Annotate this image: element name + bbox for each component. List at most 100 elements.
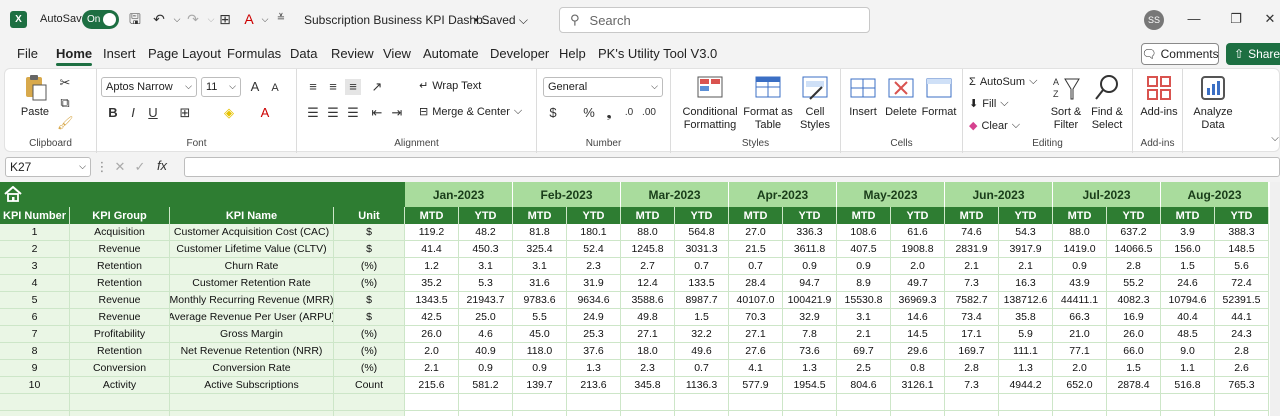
table-cell[interactable]: 5.9 [999,326,1053,343]
table-cell[interactable]: 3 [0,258,70,275]
table-cell[interactable]: 2.0 [1053,360,1107,377]
table-cell[interactable] [459,411,513,416]
table-cell[interactable]: 1419.0 [1053,241,1107,258]
table-cell[interactable]: 28.4 [729,275,783,292]
table-cell[interactable]: 52.4 [567,241,621,258]
table-cell[interactable]: 31.9 [567,275,621,292]
table-cell[interactable]: 29.6 [891,343,945,360]
sub-header-ytd[interactable]: YTD [675,207,729,224]
table-cell[interactable]: Churn Rate [170,258,334,275]
tab-home[interactable]: Home [56,46,93,66]
table-cell[interactable]: 2831.9 [945,241,999,258]
table-cell[interactable]: 10794.6 [1161,292,1215,309]
table-cell[interactable]: 14.6 [891,309,945,326]
table-cell[interactable]: 2.3 [567,258,621,275]
table-cell[interactable]: 35.8 [999,309,1053,326]
clear-button[interactable]: ◆ Clear ⌵ [969,119,1020,132]
table-cell[interactable]: 577.9 [729,377,783,394]
table-cell[interactable]: 37.6 [567,343,621,360]
table-cell[interactable]: Retention [70,343,170,360]
table-cell[interactable]: 2.5 [837,360,891,377]
table-cell[interactable]: (%) [334,275,405,292]
worksheet-grid[interactable]: Jan-2023 Feb-2023 Mar-2023 Apr-2023 May-2023… [0,182,1280,416]
table-cell[interactable]: 3.1 [837,309,891,326]
format-painter-icon[interactable]: 🖌 [57,115,74,131]
table-cell[interactable]: 5.3 [459,275,513,292]
table-cell[interactable]: 1 [0,224,70,241]
sub-header-ytd[interactable]: YTD [999,207,1053,224]
document-title[interactable]: Subscription Business KPI Dashb... [304,13,493,27]
table-cell[interactable]: 108.6 [837,224,891,241]
table-cell[interactable]: 24.3 [1215,326,1269,343]
table-cell[interactable]: 44.1 [1215,309,1269,326]
table-cell[interactable]: 1.3 [567,360,621,377]
sort-filter-button[interactable]: AZ Sort & Filter [1047,73,1085,132]
table-cell[interactable]: 26.0 [405,326,459,343]
table-cell[interactable]: 0.7 [729,258,783,275]
table-cell[interactable]: 4082.3 [1107,292,1161,309]
table-cell[interactable]: 69.7 [837,343,891,360]
table-cell[interactable]: 139.7 [513,377,567,394]
table-cell[interactable]: 27.1 [729,326,783,343]
table-cell[interactable]: 4 [0,275,70,292]
table-cell[interactable]: 118.0 [513,343,567,360]
table-cell[interactable]: 516.8 [1161,377,1215,394]
table-cell[interactable]: 336.3 [783,224,837,241]
table-cell[interactable]: 148.5 [1215,241,1269,258]
italic-icon[interactable]: I [125,105,141,121]
more-options-icon[interactable]: ⋮ [94,159,110,175]
table-cell[interactable]: 564.8 [675,224,729,241]
addins-button[interactable]: Add-ins [1139,73,1179,119]
table-cell[interactable]: 27.6 [729,343,783,360]
share-button[interactable]: ⇧ Share [1226,43,1280,65]
sub-header-mtd[interactable]: MTD [405,207,459,224]
table-cell[interactable]: 2.1 [945,258,999,275]
underline-icon[interactable]: U [145,105,161,121]
table-cell[interactable]: 24.9 [567,309,621,326]
table-cell[interactable] [1053,394,1107,411]
table-cell[interactable]: 0.9 [459,360,513,377]
table-cell[interactable]: 25.0 [459,309,513,326]
table-cell[interactable] [945,394,999,411]
table-cell[interactable]: 21.0 [1053,326,1107,343]
table-cell[interactable]: 94.7 [783,275,837,292]
table-cell[interactable]: 27.0 [729,224,783,241]
table-cell[interactable]: 74.6 [945,224,999,241]
table-cell[interactable]: 10 [0,377,70,394]
table-cell[interactable] [945,411,999,416]
table-cell[interactable]: Activity [70,377,170,394]
table-cell[interactable]: 1908.8 [891,241,945,258]
table-cell[interactable]: 77.1 [1053,343,1107,360]
table-cell[interactable]: (%) [334,258,405,275]
table-cell[interactable]: 652.0 [1053,377,1107,394]
table-cell[interactable]: 72.4 [1215,275,1269,292]
table-cell[interactable]: 24.6 [1161,275,1215,292]
conditional-formatting-button[interactable]: Conditional Formatting [679,73,741,132]
table-cell[interactable] [405,411,459,416]
font-size-select[interactable]: 11 ⌵ [201,77,241,97]
table-cell[interactable]: Customer Retention Rate [170,275,334,292]
restore-icon[interactable]: ❐ [1228,11,1244,27]
increase-font-icon[interactable]: A [247,79,263,95]
column-header[interactable]: KPI Name [170,207,334,224]
table-cell[interactable]: 49.8 [621,309,675,326]
sub-header-ytd[interactable]: YTD [459,207,513,224]
sub-header-mtd[interactable]: MTD [945,207,999,224]
delete-cells-button[interactable]: Delete [883,73,919,119]
table-cell[interactable] [170,394,334,411]
table-cell[interactable] [334,394,405,411]
table-cell[interactable] [1215,394,1269,411]
month-header[interactable]: Aug-2023 [1161,182,1269,207]
table-cell[interactable]: 54.3 [999,224,1053,241]
autosum-button[interactable]: Σ AutoSum ⌵ [969,75,1037,88]
table-cell[interactable]: 0.7 [675,360,729,377]
table-cell[interactable]: 345.8 [621,377,675,394]
table-cell[interactable]: 32.2 [675,326,729,343]
table-cell[interactable]: 1.3 [999,360,1053,377]
table-cell[interactable]: 2.0 [405,343,459,360]
table-cell[interactable]: 450.3 [459,241,513,258]
table-cell[interactable]: 100421.9 [783,292,837,309]
month-header[interactable]: Apr-2023 [729,182,837,207]
decrease-font-icon[interactable]: A [267,80,283,96]
table-cell[interactable]: 52391.5 [1215,292,1269,309]
